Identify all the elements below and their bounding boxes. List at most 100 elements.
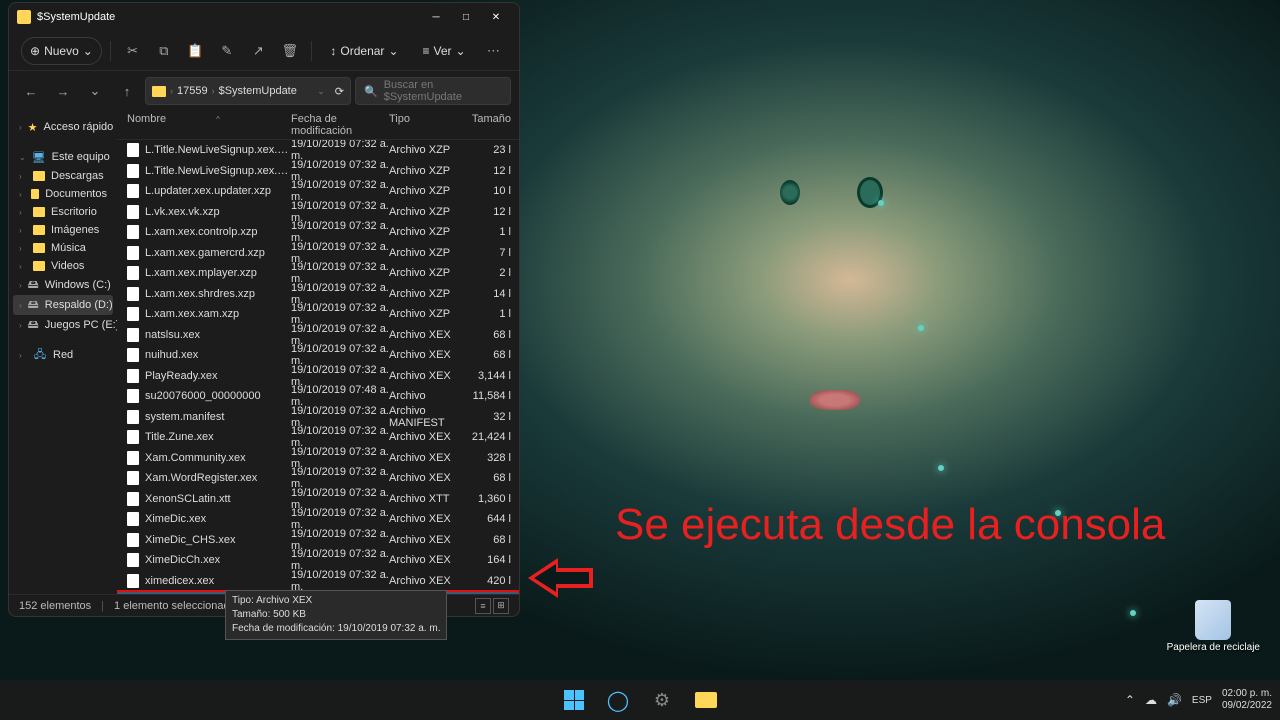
table-row[interactable]: L.xam.xex.controlp.xzp19/10/2019 07:32 a… — [117, 222, 519, 243]
breadcrumb-current[interactable]: $SystemUpdate — [219, 85, 297, 97]
table-row[interactable]: Xam.WordRegister.xex19/10/2019 07:32 a. … — [117, 468, 519, 489]
cut-icon[interactable]: ✂ — [119, 37, 146, 65]
file-icon — [127, 533, 139, 547]
annotation-text: Se ejecuta desde la consola — [615, 500, 1165, 551]
item-count: 152 elementos — [19, 600, 91, 612]
close-button[interactable]: ✕ — [481, 3, 511, 31]
sidebar-this-pc[interactable]: ⌄🖥Este equipo — [13, 147, 113, 167]
tray-clock[interactable]: 02:00 p. m. 09/02/2022 — [1222, 688, 1272, 712]
paste-icon[interactable]: 📋 — [182, 37, 209, 65]
sidebar-drive-e[interactable]: ›🖴Juegos PC (E:) — [13, 315, 113, 335]
recycle-bin[interactable]: Papelera de reciclaje — [1167, 600, 1260, 653]
file-icon — [127, 512, 139, 526]
back-button[interactable]: ← — [17, 77, 45, 105]
file-icon — [127, 164, 139, 178]
titlebar[interactable]: $SystemUpdate ─ □ ✕ — [9, 3, 519, 31]
file-list: Nombre^ Fecha de modificación Tipo Tamañ… — [117, 111, 519, 594]
table-row[interactable]: L.updater.xex.updater.xzp19/10/2019 07:3… — [117, 181, 519, 202]
table-row[interactable]: XimeDic_CHS.xex19/10/2019 07:32 a. m.Arc… — [117, 530, 519, 551]
table-row[interactable]: L.xam.xex.shrdres.xzp19/10/2019 07:32 a.… — [117, 284, 519, 305]
table-row[interactable]: Title.Zune.xex19/10/2019 07:32 a. m.Arch… — [117, 427, 519, 448]
table-row[interactable]: L.Title.NewLiveSignup.xex.vkmedia.xzp19/… — [117, 161, 519, 182]
taskbar-app-cortana[interactable]: ◯ — [599, 681, 637, 719]
file-icon — [127, 451, 139, 465]
taskbar-app-explorer[interactable] — [687, 681, 725, 719]
share-icon[interactable]: ↗ — [245, 37, 272, 65]
table-row[interactable]: XimeDic.xex19/10/2019 07:32 a. m.Archivo… — [117, 509, 519, 530]
search-input[interactable]: 🔍 Buscar en $SystemUpdate — [355, 77, 511, 105]
search-icon: 🔍 — [364, 85, 378, 98]
sidebar-quick-access[interactable]: ›★Acceso rápido — [13, 117, 113, 137]
table-row[interactable]: Xam.Community.xex19/10/2019 07:32 a. m.A… — [117, 448, 519, 469]
table-row[interactable]: L.Title.NewLiveSignup.xex.media2.xzp19/1… — [117, 140, 519, 161]
file-tooltip: Tipo: Archivo XEX Tamaño: 500 KB Fecha d… — [225, 590, 447, 640]
file-icon — [127, 410, 139, 424]
table-row[interactable]: XimeDicCh.xex19/10/2019 07:32 a. m.Archi… — [117, 550, 519, 571]
file-icon — [127, 328, 139, 342]
copy-icon[interactable]: ⧉ — [150, 37, 177, 65]
file-icon — [127, 287, 139, 301]
view-list-icon[interactable]: ≡ — [475, 598, 491, 614]
table-row[interactable]: nuihud.xex19/10/2019 07:32 a. m.Archivo … — [117, 345, 519, 366]
sidebar-network[interactable]: ›🖧Red — [13, 345, 113, 365]
recent-button[interactable]: ⌄ — [81, 77, 109, 105]
refresh-icon[interactable]: ⟳ — [335, 85, 344, 98]
file-icon — [127, 205, 139, 219]
folder-icon — [17, 10, 31, 24]
taskbar-app-settings[interactable]: ⚙ — [643, 681, 681, 719]
sidebar-music[interactable]: ›Música — [13, 239, 113, 257]
tray-onedrive-icon[interactable]: ☁ — [1145, 693, 1157, 707]
file-icon — [127, 307, 139, 321]
toolbar: ⊕ Nuevo ⌄ ✂ ⧉ 📋 ✎ ↗ 🗑 ↕ Ordenar ⌄ ≡ Ver … — [9, 31, 519, 71]
view-button[interactable]: ≡ Ver ⌄ — [413, 37, 476, 65]
new-button[interactable]: ⊕ Nuevo ⌄ — [21, 37, 102, 65]
table-row[interactable]: XenonSCLatin.xtt19/10/2019 07:32 a. m.Ar… — [117, 489, 519, 510]
minimize-button[interactable]: ─ — [421, 3, 451, 31]
table-row[interactable]: PlayReady.xex19/10/2019 07:32 a. m.Archi… — [117, 366, 519, 387]
file-icon — [127, 430, 139, 444]
maximize-button[interactable]: □ — [451, 3, 481, 31]
sidebar-pictures[interactable]: ›Imágenes — [13, 221, 113, 239]
navigation-bar: ← → ⌄ ↑ › 17559 › $SystemUpdate ⌄ ⟳ 🔍 Bu… — [9, 71, 519, 111]
table-row[interactable]: ximedicex.xex19/10/2019 07:32 a. m.Archi… — [117, 571, 519, 592]
start-button[interactable] — [555, 681, 593, 719]
sidebar-drive-c[interactable]: ›🖴Windows (C:) — [13, 275, 113, 295]
delete-icon[interactable]: 🗑 — [276, 37, 303, 65]
up-button[interactable]: ↑ — [113, 77, 141, 105]
file-icon — [127, 348, 139, 362]
address-bar[interactable]: › 17559 › $SystemUpdate ⌄ ⟳ — [145, 77, 351, 105]
view-grid-icon[interactable]: ⊞ — [493, 598, 509, 614]
sidebar-videos[interactable]: ›Videos — [13, 257, 113, 275]
file-icon — [127, 369, 139, 383]
table-row[interactable]: L.xam.xex.mplayer.xzp19/10/2019 07:32 a.… — [117, 263, 519, 284]
sidebar-desktop[interactable]: ›Escritorio — [13, 203, 113, 221]
tray-language-icon[interactable]: ESP — [1192, 695, 1212, 706]
file-rows[interactable]: L.Title.NewLiveSignup.xex.media2.xzp19/1… — [117, 140, 519, 594]
tray-volume-icon[interactable]: 🔊 — [1167, 693, 1182, 707]
file-icon — [127, 184, 139, 198]
table-row[interactable]: system.manifest19/10/2019 07:32 a. m.Arc… — [117, 407, 519, 428]
sort-button[interactable]: ↕ Ordenar ⌄ — [320, 37, 408, 65]
table-row[interactable]: L.vk.xex.vk.xzp19/10/2019 07:32 a. m.Arc… — [117, 202, 519, 223]
table-row[interactable]: L.xam.xex.gamercrd.xzp19/10/2019 07:32 a… — [117, 243, 519, 264]
table-row[interactable]: su20076000_0000000019/10/2019 07:48 a. m… — [117, 386, 519, 407]
more-icon[interactable]: ⋯ — [480, 37, 507, 65]
column-headers[interactable]: Nombre^ Fecha de modificación Tipo Tamañ… — [117, 111, 519, 140]
file-icon — [127, 246, 139, 260]
sidebar-documents[interactable]: ›Documentos — [13, 185, 113, 203]
tray-chevron-icon[interactable]: ⌃ — [1125, 693, 1135, 707]
file-icon — [127, 225, 139, 239]
sidebar-drive-d[interactable]: ›🖴Respaldo (D:) — [13, 295, 113, 315]
taskbar[interactable]: ◯ ⚙ ⌃ ☁ 🔊 ESP 02:00 p. m. 09/02/2022 — [0, 680, 1280, 720]
folder-icon — [152, 86, 166, 97]
breadcrumb-parent[interactable]: 17559 — [177, 85, 208, 97]
table-row[interactable]: L.xam.xex.xam.xzp19/10/2019 07:32 a. m.A… — [117, 304, 519, 325]
forward-button[interactable]: → — [49, 77, 77, 105]
sidebar-downloads[interactable]: ›Descargas — [13, 167, 113, 185]
system-tray[interactable]: ⌃ ☁ 🔊 ESP 02:00 p. m. 09/02/2022 — [1125, 688, 1272, 712]
table-row[interactable]: natslsu.xex19/10/2019 07:32 a. m.Archivo… — [117, 325, 519, 346]
annotation-arrow — [528, 558, 598, 598]
file-icon — [127, 266, 139, 280]
file-icon — [127, 574, 139, 588]
rename-icon[interactable]: ✎ — [213, 37, 240, 65]
